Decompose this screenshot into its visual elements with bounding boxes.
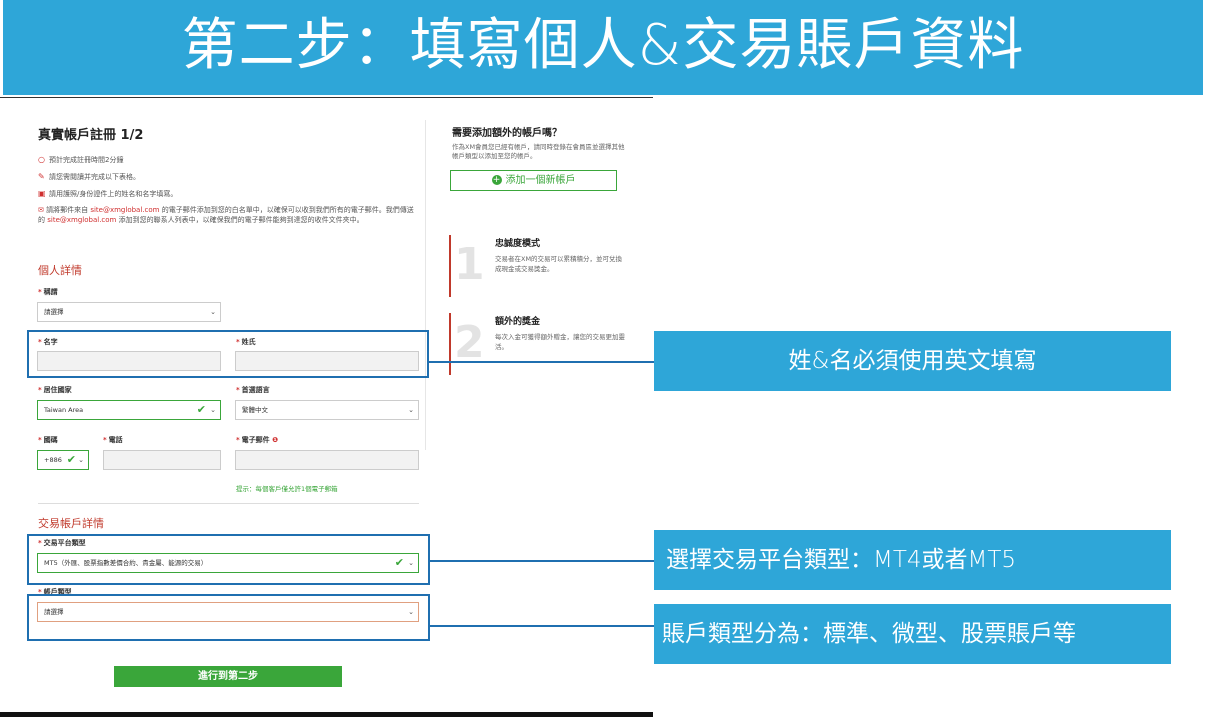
name-connector-line <box>429 361 654 363</box>
language-label: * 首選語言 <box>236 386 270 394</box>
chevron-down-icon: ⌄ <box>210 308 216 316</box>
account-type-highlight <box>27 594 430 641</box>
country-code-select[interactable]: +886 ✔ ⌄ <box>37 450 89 470</box>
note-fill: ✎ 請您需閱讀并完成以下表格。 <box>38 172 140 181</box>
note-id: ▣ 請用護照/身份證件上的姓名和名字填寫。 <box>38 189 178 198</box>
promo-2-number: 2 <box>449 313 485 375</box>
note-time: ○ 預計完成註冊時間2分鐘 <box>38 155 124 164</box>
promo-1-number: 1 <box>449 235 485 297</box>
title-select[interactable]: 請選擇 ⌄ <box>37 302 221 322</box>
contact-email-link[interactable]: site@xmglobal.com <box>47 216 116 224</box>
section-divider <box>38 503 419 504</box>
platform-callout: 選擇交易平台類型：MT4或者MT5 <box>654 530 1171 590</box>
whitelist-email-link[interactable]: site@xmglobal.com <box>90 206 159 214</box>
platform-highlight <box>27 534 430 585</box>
country-select[interactable]: Taiwan Area ✔ ⌄ <box>37 400 221 420</box>
chevron-down-icon: ⌄ <box>78 456 84 464</box>
email-input[interactable] <box>235 450 419 470</box>
column-divider <box>425 120 426 450</box>
personal-details-heading: 個人詳情 <box>38 264 82 277</box>
promo-1-title: 忠誠度模式 <box>495 239 541 249</box>
add-new-account-button[interactable]: + 添加一個新帳戶 <box>450 170 617 191</box>
chevron-down-icon: ⌄ <box>210 406 216 414</box>
checkmark-icon: ✔ <box>66 453 76 466</box>
pencil-icon: ✎ <box>38 172 45 181</box>
clock-icon: ○ <box>38 155 45 164</box>
email-whitelist-notice: ✉ 請將郵件來自 site@xmglobal.com 的電子郵件添加到您的白名單… <box>38 206 414 224</box>
email-hint: 提示：每個客戶僅允許1個電子郵箱 <box>236 485 338 493</box>
name-callout: 姓&名必須使用英文填寫 <box>654 331 1171 391</box>
name-fields-highlight <box>27 330 429 378</box>
proceed-step-two-button[interactable]: 進行到第二步 <box>114 666 342 687</box>
email-label: * 電子郵件 ❶ <box>236 436 279 444</box>
promo-2-title: 額外的獎金 <box>495 317 541 327</box>
banner: 第二步：填寫個人&交易賬戶資料 <box>3 0 1203 95</box>
account-type-connector-line <box>430 625 654 627</box>
banner-title: 第二步：填寫個人&交易賬戶資料 <box>181 13 1025 78</box>
promo-1-text: 交易者在XM的交易可以累積積分，並可兌換成現金或交易獎金。 <box>495 255 623 273</box>
envelope-icon: ✉ <box>38 206 47 214</box>
title-label: * 稱謂 <box>38 288 58 296</box>
plus-icon: + <box>491 175 502 185</box>
promo-2-text: 每次入金可獲得額外贈金，讓您的交易更加靈活。 <box>495 333 625 351</box>
account-type-callout: 賬戶類型分為：標準、微型、股票賬戶等 <box>654 604 1171 664</box>
screenshot-bottom-border <box>0 712 653 717</box>
checkmark-icon: ✔ <box>196 403 206 416</box>
chevron-down-icon: ⌄ <box>408 406 414 414</box>
phone-label: * 電話 <box>103 436 123 444</box>
id-card-icon: ▣ <box>38 189 46 198</box>
country-label: * 居住國家 <box>38 386 72 394</box>
platform-connector-line <box>430 560 654 562</box>
form-title: 真實帳戶註冊 1/2 <box>38 128 144 143</box>
phone-input[interactable] <box>103 450 221 470</box>
add-account-text: 作為XM會員您已經有帳戶，請同時登錄在會員區並選擇其他帳戶類型以添加至您的帳戶。 <box>452 143 625 160</box>
language-select[interactable]: 繁體中文 ⌄ <box>235 400 419 420</box>
trading-details-heading: 交易帳戶詳情 <box>38 517 104 530</box>
country-code-label: * 國碼 <box>38 436 58 444</box>
add-account-heading: 需要添加額外的帳戶嗎？ <box>452 128 562 139</box>
